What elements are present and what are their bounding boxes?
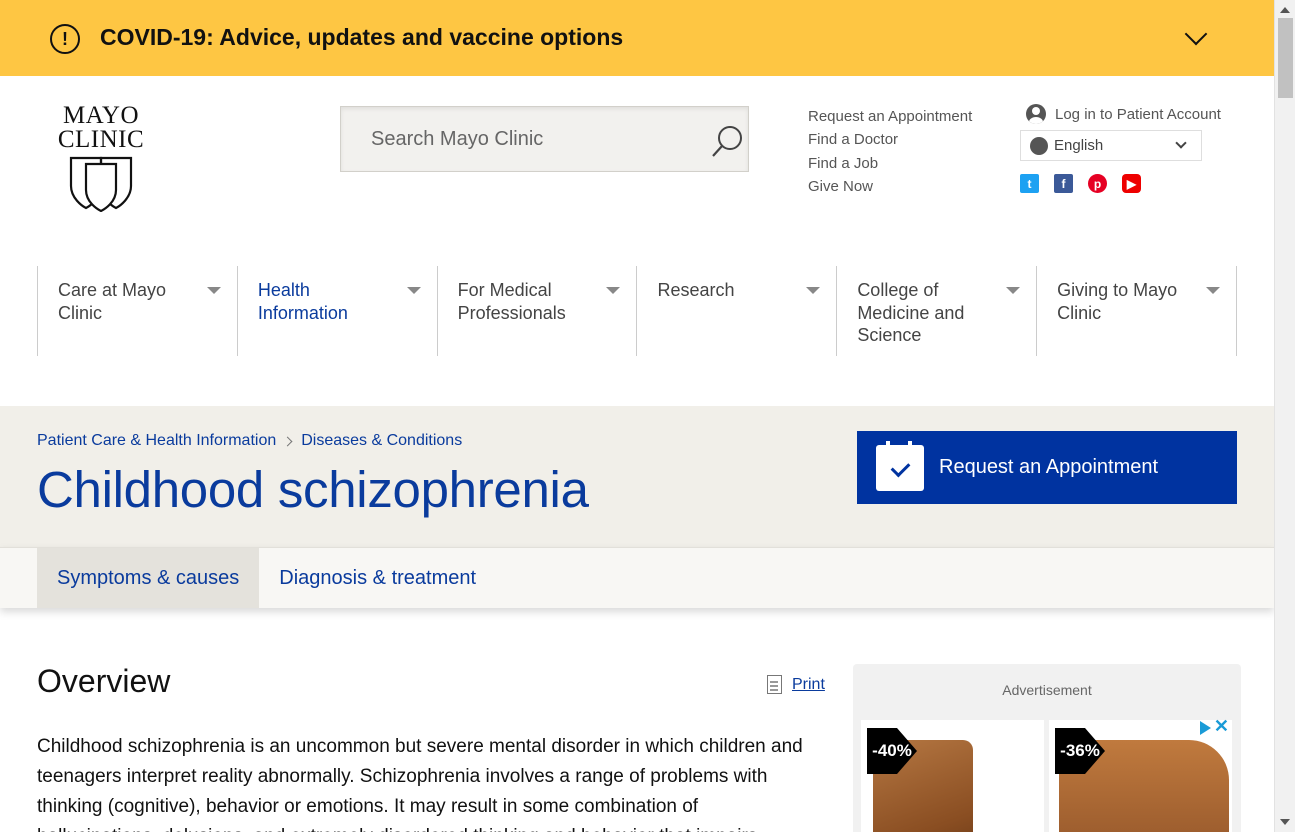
tab-symptoms-causes[interactable]: Symptoms & causes [37,548,260,608]
give-now-link[interactable]: Give Now [808,175,972,198]
mayo-clinic-logo[interactable]: MAYO CLINIC [52,102,150,212]
chevron-right-icon [282,436,293,446]
overview-paragraph: Childhood schizophrenia is an uncommon b… [37,736,803,832]
account-label: Log in to Patient Account [1055,105,1221,123]
nav-research[interactable]: Research [637,266,838,356]
nav-item-label: For Medical Professionals [457,280,566,323]
caret-down-icon [606,287,621,294]
caret-down-icon [806,287,821,294]
nav-giving[interactable]: Giving to Mayo Clinic [1037,266,1237,356]
appointment-button-label: Request an Appointment [939,456,1159,478]
nav-health-information[interactable]: Health Information [238,266,438,356]
caret-down-icon [1006,287,1021,294]
page: ! COVID-19: Advice, updates and vaccine … [0,0,1274,832]
user-icon [1026,104,1046,124]
caret-down-icon [206,287,221,294]
covid-banner-title[interactable]: COVID-19: Advice, updates and vaccine op… [100,24,623,51]
ad-card[interactable]: -40% [861,720,1044,832]
breadcrumb-link[interactable]: Patient Care & Health Information [37,432,276,450]
content-tabs: Symptoms & causes Diagnosis & treatment [0,547,1274,608]
language-value: English [1054,137,1104,154]
scrollbar-thumb[interactable] [1278,18,1293,98]
breadcrumb-link[interactable]: Diseases & Conditions [301,432,462,450]
tab-diagnosis-treatment[interactable]: Diagnosis & treatment [259,548,496,608]
search-icon[interactable] [711,125,745,159]
request-appointment-link[interactable]: Request an Appointment [808,105,972,128]
logo-line2: CLINIC [57,126,145,153]
logo-line1: MAYO [62,102,140,129]
shield-logo-icon [69,156,133,212]
page-title: Childhood schizophrenia [37,461,589,518]
section-heading: Overview [37,663,171,699]
alert-icon: ! [50,24,80,54]
nav-item-label: Care at Mayo Clinic [58,280,167,323]
page-scrollbar[interactable] [1274,0,1295,832]
facebook-icon[interactable]: f [1054,174,1073,193]
search-box[interactable] [340,106,749,172]
ad-card[interactable]: -36% [1049,720,1232,832]
request-appointment-button[interactable]: Request an Appointment [857,431,1237,504]
pinterest-icon[interactable]: p [1088,174,1107,193]
nav-college-of-medicine[interactable]: College of Medicine and Science [837,266,1038,356]
main-nav: Care at Mayo Clinic Health Information F… [37,266,1237,356]
twitter-icon[interactable]: t [1020,174,1039,193]
nav-item-label: Research [657,280,735,300]
close-icon[interactable]: ✕ [1214,716,1229,737]
social-links: t f p ▶ [1020,174,1141,193]
nav-care-at-mayo[interactable]: Care at Mayo Clinic [38,266,238,356]
ad-label: Advertisement [1002,682,1092,698]
advertisement: Advertisement -40% -36% ✕ [853,664,1241,832]
nav-item-label: Giving to Mayo Clinic [1057,280,1178,323]
adchoices-icon[interactable] [1200,721,1211,735]
nav-medical-professionals[interactable]: For Medical Professionals [438,266,638,356]
search-input[interactable] [341,107,701,171]
nav-item-label: College of Medicine and Science [857,280,965,345]
globe-icon [1030,136,1048,155]
nav-item-label: Health Information [257,280,348,323]
print-label: Print [792,675,825,693]
covid-banner[interactable]: ! COVID-19: Advice, updates and vaccine … [0,0,1274,76]
chevron-down-icon[interactable] [1184,22,1208,46]
scroll-up-icon[interactable] [1280,7,1290,13]
calendar-check-icon [876,440,924,491]
scroll-down-icon[interactable] [1280,819,1290,825]
caret-down-icon [406,287,421,294]
language-select[interactable]: English [1020,130,1202,161]
print-button[interactable]: Print [767,675,825,694]
patient-account-login[interactable]: Log in to Patient Account [1026,104,1221,124]
find-doctor-link[interactable]: Find a Doctor [808,128,972,151]
breadcrumb: Patient Care & Health Information Diseas… [37,432,462,450]
document-icon [767,675,782,694]
chevron-down-icon [1175,137,1187,149]
utility-links: Request an Appointment Find a Doctor Fin… [808,105,972,198]
caret-down-icon [1205,287,1220,294]
find-job-link[interactable]: Find a Job [808,152,972,175]
youtube-icon[interactable]: ▶ [1122,174,1141,193]
